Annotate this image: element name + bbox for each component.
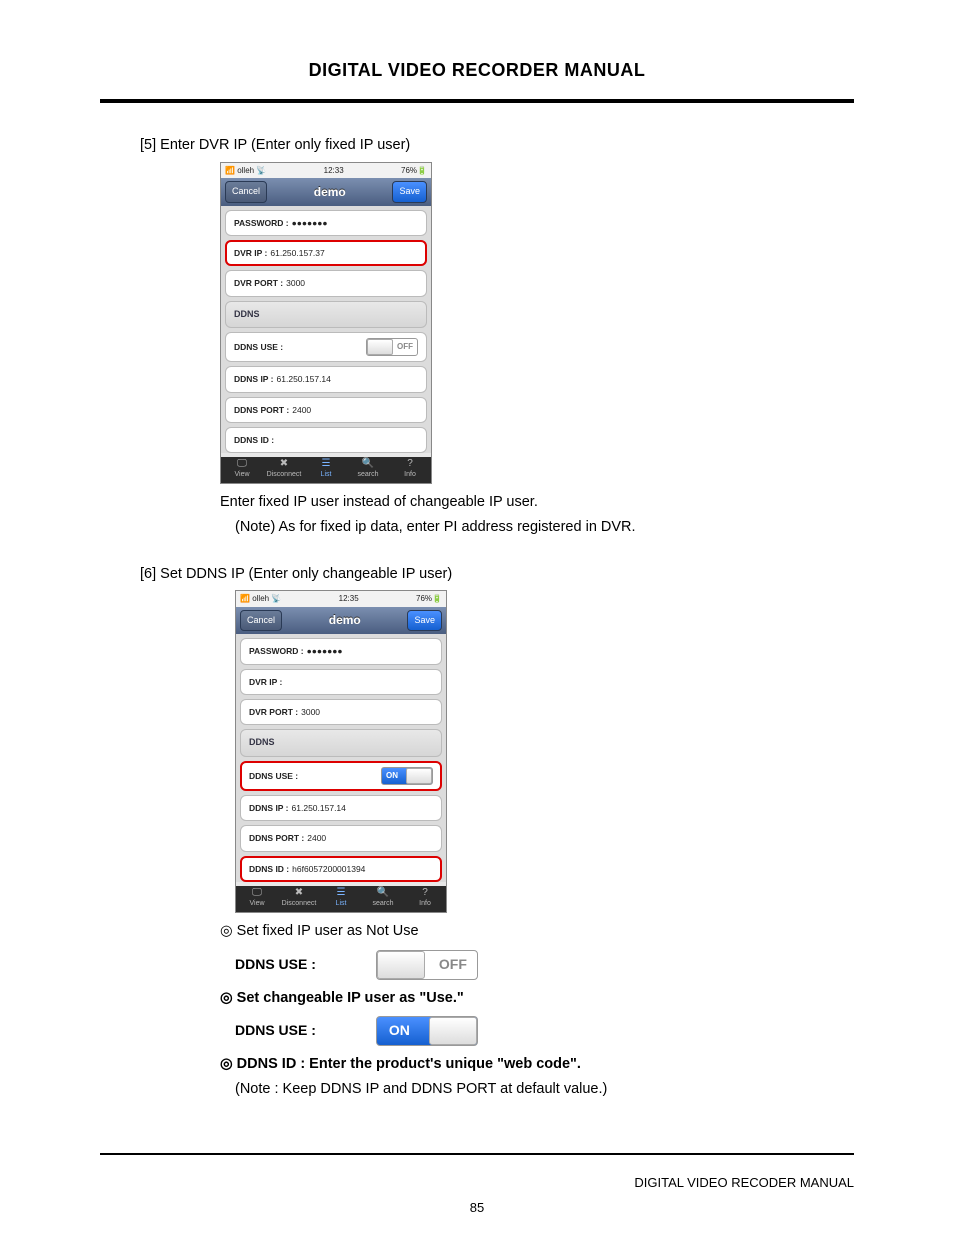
ddns-use-row[interactable]: DDNS USE : OFF	[225, 332, 427, 362]
monitor-icon: 🖵	[236, 887, 278, 898]
monitor-icon: 🖵	[221, 458, 263, 469]
list-icon: ☰	[305, 458, 347, 469]
bullet-ddns-id: ◎ DDNS ID : Enter the product's unique "…	[220, 1052, 854, 1077]
tab-search[interactable]: 🔍search	[362, 886, 404, 912]
step6-note: (Note : Keep DDNS IP and DDNS PORT at de…	[235, 1077, 854, 1102]
nav-title: demo	[314, 182, 346, 202]
ddns-use-toggle[interactable]: OFF	[366, 338, 418, 356]
ddns-ip-row[interactable]: DDNS IP :61.250.157.14	[225, 366, 427, 392]
page-title: DIGITAL VIDEO RECORDER MANUAL	[100, 60, 854, 81]
password-row[interactable]: PASSWORD :●●●●●●●	[240, 638, 442, 664]
ddns-toggle-on[interactable]: ON	[376, 1016, 478, 1046]
ddns-port-row[interactable]: DDNS PORT :2400	[225, 397, 427, 423]
nav-title: demo	[329, 610, 361, 630]
dvr-port-row[interactable]: DVR PORT :3000	[240, 699, 442, 725]
ddns-ip-row[interactable]: DDNS IP :61.250.157.14	[240, 795, 442, 821]
disconnect-icon: ✖	[278, 887, 320, 898]
ddns-use-label: DDNS USE :	[235, 1019, 316, 1043]
search-icon: 🔍	[362, 887, 404, 898]
ddns-port-row[interactable]: DDNS PORT :2400	[240, 825, 442, 851]
nav-bar: Cancel demo Save	[221, 178, 431, 205]
page-number: 85	[0, 1200, 954, 1215]
ddns-section-header: DDNS	[240, 729, 442, 756]
tab-list[interactable]: ☰List	[320, 886, 362, 912]
footer-text: DIGITAL VIDEO RECODER MANUAL	[634, 1175, 854, 1190]
screenshot-dvr-ip: 📶 olleh 📡 12:33 76%🔋 Cancel demo Save PA…	[220, 162, 432, 485]
tab-disconnect[interactable]: ✖Disconnect	[263, 457, 305, 483]
divider-top	[100, 99, 854, 103]
battery-label: 76%🔋	[401, 164, 427, 178]
tab-bar: 🖵View ✖Disconnect ☰List 🔍search ?Info	[221, 457, 431, 483]
ddns-use-row[interactable]: DDNS USE : ON	[240, 761, 442, 791]
ddns-use-label: DDNS USE :	[235, 953, 316, 977]
ddns-section-header: DDNS	[225, 301, 427, 328]
bullet-set-not-use: ◎ Set fixed IP user as Not Use	[220, 919, 854, 944]
info-icon: ?	[389, 458, 431, 469]
list-icon: ☰	[320, 887, 362, 898]
save-button[interactable]: Save	[392, 181, 427, 202]
tab-search[interactable]: 🔍search	[347, 457, 389, 483]
ddns-use-toggle[interactable]: ON	[381, 767, 433, 785]
tab-disconnect[interactable]: ✖Disconnect	[278, 886, 320, 912]
carrier-label: 📶 olleh 📡	[240, 592, 281, 606]
status-time: 12:33	[324, 164, 344, 178]
step5-line1: Enter fixed IP user instead of changeabl…	[220, 490, 854, 515]
tab-bar: 🖵View ✖Disconnect ☰List 🔍search ?Info	[236, 886, 446, 912]
divider-bottom	[100, 1153, 854, 1155]
screenshot-ddns: 📶 olleh 📡 12:35 76%🔋 Cancel demo Save PA…	[235, 590, 447, 913]
tab-view[interactable]: 🖵View	[221, 457, 263, 483]
carrier-label: 📶 olleh 📡	[225, 164, 266, 178]
tab-info[interactable]: ?Info	[404, 886, 446, 912]
save-button[interactable]: Save	[407, 610, 442, 631]
tab-list[interactable]: ☰List	[305, 457, 347, 483]
cancel-button[interactable]: Cancel	[225, 181, 267, 202]
dvr-ip-row[interactable]: DVR IP :	[240, 669, 442, 695]
step5-heading: [5] Enter DVR IP (Enter only fixed IP us…	[140, 133, 854, 158]
cancel-button[interactable]: Cancel	[240, 610, 282, 631]
tab-view[interactable]: 🖵View	[236, 886, 278, 912]
step6-heading: [6] Set DDNS IP (Enter only changeable I…	[140, 562, 854, 587]
bullet-set-use: ◎ Set changeable IP user as "Use."	[220, 986, 854, 1011]
ddns-id-row[interactable]: DDNS ID :	[225, 427, 427, 453]
battery-label: 76%🔋	[416, 592, 442, 606]
status-time: 12:35	[339, 592, 359, 606]
ddns-id-row[interactable]: DDNS ID :h6f6057200001394	[240, 856, 442, 882]
info-icon: ?	[404, 887, 446, 898]
tab-info[interactable]: ?Info	[389, 457, 431, 483]
disconnect-icon: ✖	[263, 458, 305, 469]
search-icon: 🔍	[347, 458, 389, 469]
password-row[interactable]: PASSWORD :●●●●●●●	[225, 210, 427, 236]
step5-note: (Note) As for fixed ip data, enter PI ad…	[235, 515, 854, 540]
nav-bar: Cancel demo Save	[236, 607, 446, 634]
ddns-toggle-off[interactable]: OFF	[376, 950, 478, 980]
status-bar: 📶 olleh 📡 12:35 76%🔋	[236, 591, 446, 607]
status-bar: 📶 olleh 📡 12:33 76%🔋	[221, 163, 431, 179]
dvr-port-row[interactable]: DVR PORT :3000	[225, 270, 427, 296]
dvr-ip-row[interactable]: DVR IP :61.250.157.37	[225, 240, 427, 266]
